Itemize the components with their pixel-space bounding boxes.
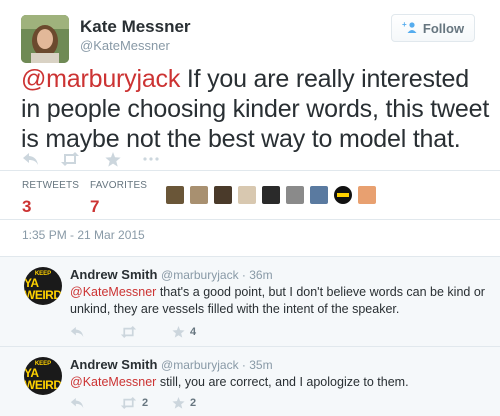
- reply-favorite-count: 4: [190, 326, 197, 338]
- favoriter-avatar[interactable]: [190, 186, 208, 204]
- retweet-icon[interactable]: [120, 326, 172, 338]
- avatar-ya-text: YA WEIRD: [24, 366, 62, 392]
- retweet-icon[interactable]: [60, 150, 105, 168]
- follow-button[interactable]: + Follow: [391, 14, 475, 42]
- reply-actions: 4: [70, 324, 196, 340]
- favoriter-avatar[interactable]: [166, 186, 184, 204]
- retweets-label: RETWEETS: [22, 180, 80, 191]
- reply-mention-link[interactable]: @KateMessner: [70, 375, 156, 389]
- reply-avatar[interactable]: KEEP YA WEIRD: [24, 267, 62, 305]
- favoriter-avatar[interactable]: [262, 186, 280, 204]
- favorites-count: 7: [90, 197, 100, 216]
- reply-header: Andrew Smith @marburyjack · 35m: [70, 357, 273, 372]
- reply-body: still, you are correct, and I apologize …: [156, 375, 409, 389]
- tweet-timestamp[interactable]: 1:35 PM - 21 Mar 2015: [22, 228, 145, 242]
- reply-separator: ·: [238, 358, 250, 372]
- favoriter-avatar[interactable]: [310, 186, 328, 204]
- reply-avatar[interactable]: KEEP YA WEIRD: [24, 357, 62, 395]
- reply-text: @KateMessner still, you are correct, and…: [70, 374, 485, 391]
- replies-list: KEEP YA WEIRD Andrew Smith @marburyjack …: [0, 256, 500, 416]
- favoriter-avatar[interactable]: [358, 186, 376, 204]
- favorite-star-icon[interactable]: 4: [172, 326, 196, 338]
- reply-icon[interactable]: [70, 326, 120, 338]
- reply-icon[interactable]: [70, 397, 120, 409]
- author-avatar[interactable]: [21, 15, 69, 63]
- tweet-text: @marburyjack If you are really intereste…: [21, 64, 491, 154]
- reply-author-name[interactable]: Andrew Smith: [70, 357, 157, 372]
- reply-actions: 2 2: [70, 395, 196, 411]
- reply-handle[interactable]: @marburyjack: [161, 268, 239, 282]
- reply-author-name[interactable]: Andrew Smith: [70, 267, 157, 282]
- retweets-stat[interactable]: RETWEETS 3: [22, 180, 79, 217]
- favoriter-avatar[interactable]: [334, 186, 352, 204]
- main-tweet: Kate Messner @KateMessner + Follow @marb…: [0, 0, 500, 256]
- svg-text:+: +: [402, 21, 407, 29]
- author-handle[interactable]: @KateMessner: [80, 38, 170, 53]
- follow-person-icon: +: [402, 20, 418, 36]
- follow-label: Follow: [422, 20, 465, 36]
- favoriter-avatar[interactable]: [286, 186, 304, 204]
- reply-text: @KateMessner that's a good point, but I …: [70, 284, 485, 318]
- avatar-ya-text: YA WEIRD: [24, 276, 62, 302]
- favorites-stat[interactable]: FAVORITES 7: [90, 180, 147, 217]
- tweet-actions: [22, 150, 159, 168]
- reply-time[interactable]: 36m: [249, 268, 272, 282]
- reply-separator: ·: [238, 268, 250, 282]
- retweets-count: 3: [22, 197, 32, 216]
- reply-item: KEEP YA WEIRD Andrew Smith @marburyjack …: [0, 346, 500, 416]
- reply-time[interactable]: 35m: [249, 358, 272, 372]
- favoriter-avatar[interactable]: [238, 186, 256, 204]
- tweet-stats: RETWEETS 3 FAVORITES 7: [0, 170, 500, 220]
- tweet-mention-link[interactable]: @marburyjack: [21, 65, 180, 93]
- favoriter-avatars: [166, 186, 376, 204]
- reply-header: Andrew Smith @marburyjack · 36m: [70, 267, 273, 282]
- reply-icon[interactable]: [22, 150, 60, 168]
- favorite-star-icon[interactable]: 2: [172, 397, 196, 409]
- reply-retweet-count: 2: [142, 397, 149, 409]
- reply-favorite-count: 2: [190, 397, 197, 409]
- reply-handle[interactable]: @marburyjack: [161, 358, 239, 372]
- retweet-icon[interactable]: 2: [120, 397, 172, 409]
- author-name[interactable]: Kate Messner: [80, 17, 191, 37]
- favorite-star-icon[interactable]: [105, 150, 143, 168]
- favoriter-avatar[interactable]: [214, 186, 232, 204]
- reply-mention-link[interactable]: @KateMessner: [70, 285, 156, 299]
- favorites-label: FAVORITES: [90, 180, 148, 191]
- reply-item: KEEP YA WEIRD Andrew Smith @marburyjack …: [0, 257, 500, 346]
- more-icon[interactable]: [143, 150, 159, 168]
